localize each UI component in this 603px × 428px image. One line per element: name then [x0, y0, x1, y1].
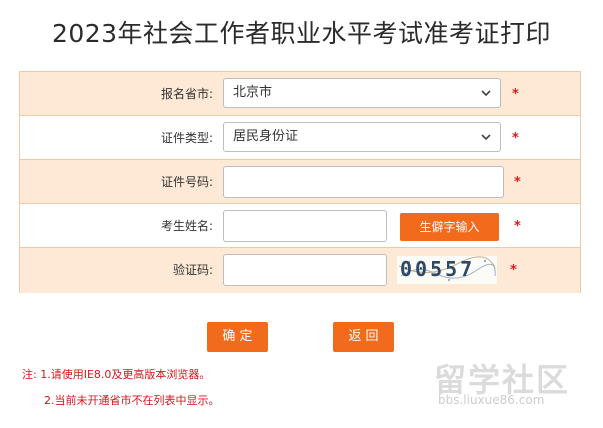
captcha-code: 00557	[400, 257, 476, 281]
captcha-label: 验证码:	[172, 263, 213, 277]
required-mark: *	[514, 219, 521, 234]
site-watermark: 留学社区 bbs.liuxue86.com	[430, 355, 590, 415]
name-label: 考生姓名:	[160, 219, 213, 233]
captcha-input[interactable]	[223, 254, 387, 286]
rare-character-input-button[interactable]: 生僻字输入	[400, 213, 499, 241]
note-line-1: 注: 1.请使用IE8.0及更高版本浏览器。	[22, 368, 211, 381]
city-label: 报名省市:	[160, 87, 213, 101]
page-title: 2023年社会工作者职业水平考试准考证打印	[51, 19, 552, 48]
id-number-input[interactable]	[223, 166, 504, 198]
form-row-id-number: 证件号码: *	[20, 160, 580, 204]
required-mark: *	[512, 131, 519, 146]
required-mark: *	[512, 87, 519, 102]
id-type-select-value: 居民身份证	[233, 129, 299, 144]
form-row-name: 考生姓名: 生僻字输入 *	[20, 204, 580, 248]
form-row-id-type: 证件类型: 居民身份证 *	[20, 116, 580, 160]
id-type-select[interactable]: 居民身份证	[223, 122, 501, 152]
chevron-down-icon	[481, 134, 491, 141]
required-mark: *	[510, 263, 517, 278]
form-row-city: 报名省市: 北京市 *	[20, 72, 580, 116]
confirm-button[interactable]: 确 定	[207, 322, 268, 352]
back-button[interactable]: 返 回	[333, 322, 394, 352]
captcha-image[interactable]: 00557	[397, 256, 497, 284]
city-select[interactable]: 北京市	[223, 78, 501, 108]
city-select-value: 北京市	[233, 85, 273, 100]
name-input[interactable]	[223, 210, 387, 242]
required-mark: *	[514, 175, 521, 190]
id-number-label: 证件号码:	[160, 175, 213, 189]
print-form: 报名省市: 北京市 * 证件类型: 居民身份证 * 证件号码: * 考生姓名: …	[19, 71, 581, 293]
note-line-2: 2.当前未开通省市不在列表中显示。	[44, 394, 220, 407]
id-type-label: 证件类型:	[160, 131, 213, 145]
watermark-url: bbs.liuxue86.com	[438, 393, 545, 407]
chevron-down-icon	[481, 90, 491, 97]
form-row-captcha: 验证码: 00557 *	[20, 248, 580, 293]
